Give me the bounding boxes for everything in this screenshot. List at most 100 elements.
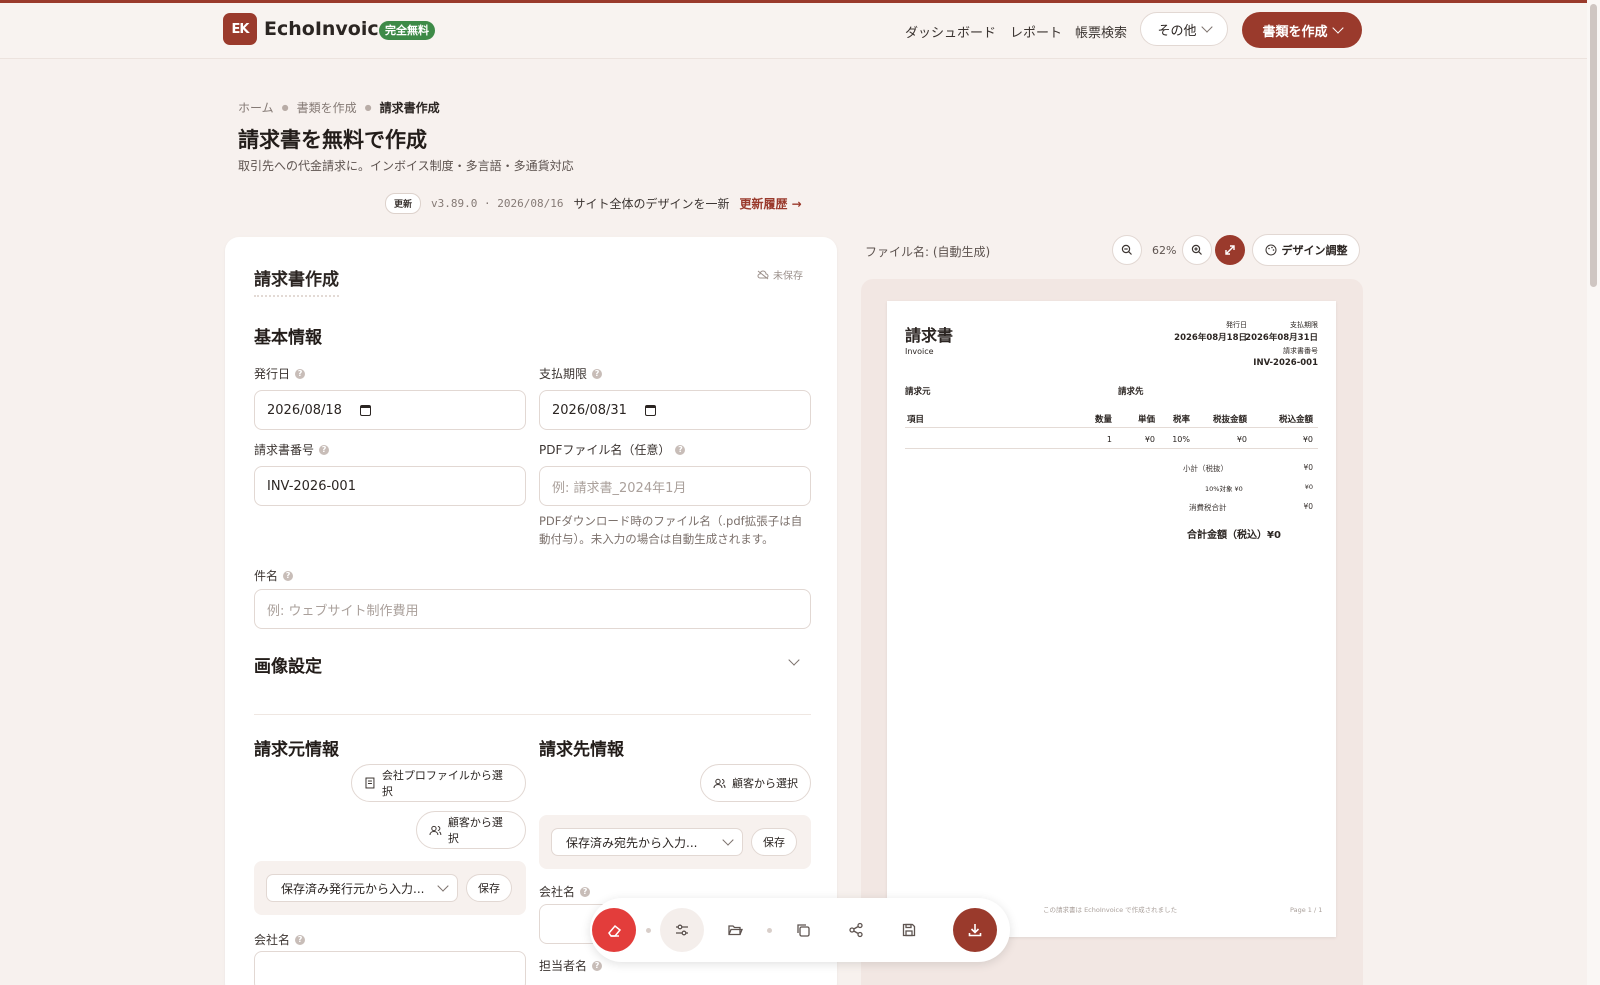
site-header: EK EchoInvoice 完全無料 ダッシュボード レポート 帳票検索 その…: [0, 3, 1600, 59]
recipient-info-heading: 請求先情報: [539, 740, 624, 760]
image-settings-heading[interactable]: 画像設定: [254, 652, 322, 677]
breadcrumb-home[interactable]: ホーム: [238, 99, 274, 116]
sliders-icon: [676, 924, 688, 936]
help-icon[interactable]: ?: [592, 368, 603, 379]
help-icon[interactable]: ?: [592, 960, 603, 971]
logo-icon[interactable]: EK: [223, 13, 257, 45]
due-date-label: 支払期限?: [539, 365, 603, 382]
subject-input[interactable]: 例: ウェブサイト制作費用: [254, 589, 811, 629]
changelog-link[interactable]: 更新履歴 →: [739, 195, 801, 212]
nav-reports[interactable]: レポート: [1010, 22, 1062, 41]
help-icon[interactable]: ?: [283, 570, 294, 581]
breadcrumb-separator: ●: [364, 103, 372, 112]
folder-open-icon: [728, 925, 743, 936]
download-pdf-button[interactable]: [953, 908, 997, 952]
palette-icon: [1265, 244, 1276, 256]
scrollbar-thumb[interactable]: [1590, 4, 1597, 287]
help-icon[interactable]: ?: [580, 886, 591, 897]
update-version: v3.89.0 · 2026/08/16: [431, 197, 564, 210]
issue-date-label-text: 発行日: [254, 367, 291, 381]
select-company-profile-label: 会社プロファイルから選択: [381, 769, 503, 798]
issue-date-label: 発行日?: [254, 365, 306, 382]
share-icon: [849, 922, 863, 938]
brand-name[interactable]: EchoInvoice: [264, 18, 392, 40]
sender-company-label: 会社名?: [254, 931, 306, 948]
recipient-company-label: 会社名?: [539, 883, 591, 900]
recipient-contact-label-text: 担当者名: [539, 959, 588, 973]
floating-toolbar: [590, 898, 1010, 962]
users-icon: [429, 825, 442, 835]
zoom-in-button[interactable]: [1182, 235, 1212, 265]
subject-label-text: 件名: [254, 569, 279, 583]
doc-tax10-label: 10%対象 ¥0: [1205, 485, 1243, 493]
building-icon: [365, 777, 375, 789]
calendar-icon[interactable]: [359, 404, 371, 416]
expand-icon: [1225, 245, 1235, 255]
doc-title: 請求書: [905, 326, 954, 345]
chevron-down-icon[interactable]: [788, 654, 800, 666]
invoice-form-card: 請求書作成 未保存 基本情報 発行日? 2026/08/18 支払期限? 202…: [225, 237, 837, 985]
doc-row-gross: ¥0: [1302, 435, 1313, 444]
copy-icon: [797, 924, 810, 937]
doc-footer-note: この請求書は EchoInvoice で作成されました: [1043, 906, 1178, 914]
save-sender-button[interactable]: 保存: [466, 874, 512, 902]
doc-row-net: ¥0: [1236, 435, 1247, 444]
doc-issue-value: 2026年08月18日: [1174, 333, 1247, 343]
saved-recipient-select[interactable]: 保存済み宛先から入力...: [551, 828, 743, 856]
nav-document-search[interactable]: 帳票検索: [1075, 22, 1127, 41]
doc-col-gross: 税込金額: [1278, 415, 1313, 425]
sender-company-label-text: 会社名: [254, 933, 291, 947]
sender-select-customer-label: 顧客から選択: [447, 816, 503, 845]
issue-date-input[interactable]: 2026/08/18: [254, 390, 526, 430]
duplicate-button[interactable]: [781, 908, 825, 952]
recipient-select-customer-button[interactable]: 顧客から選択: [700, 764, 811, 802]
zoom-out-button[interactable]: [1112, 235, 1142, 265]
share-button[interactable]: [834, 908, 878, 952]
pdf-filename-input[interactable]: 例: 請求書_2024年1月: [539, 466, 811, 506]
doc-col-qty: 数量: [1094, 415, 1112, 425]
title-underline: [254, 295, 339, 297]
settings-button[interactable]: [660, 908, 704, 952]
page-subtitle: 取引先への代金請求に。インボイス制度・多言語・多通貨対応: [238, 159, 574, 173]
invoice-number-input[interactable]: INV-2026-001: [254, 466, 526, 506]
help-icon[interactable]: ?: [295, 934, 306, 945]
sender-company-input[interactable]: [254, 951, 526, 985]
pdf-filename-label-text: PDFファイル名（任意）: [539, 443, 671, 457]
toolbar-separator: [767, 928, 772, 933]
download-icon: [968, 924, 982, 937]
clear-button[interactable]: [592, 908, 636, 952]
select-company-profile-button[interactable]: 会社プロファイルから選択: [351, 764, 526, 802]
sender-info-heading: 請求元情報: [254, 740, 339, 760]
breadcrumb-create[interactable]: 書類を作成: [297, 99, 357, 116]
help-icon[interactable]: ?: [319, 444, 330, 455]
save-recipient-button[interactable]: 保存: [751, 828, 797, 856]
eraser-icon: [608, 924, 622, 937]
saved-sender-box: 保存済み発行元から入力... 保存: [254, 861, 526, 915]
expand-button[interactable]: [1215, 235, 1245, 265]
save-button[interactable]: [887, 908, 931, 952]
design-adjust-button[interactable]: デザイン調整: [1252, 234, 1360, 266]
design-adjust-label: デザイン調整: [1281, 244, 1348, 257]
sender-select-customer-button[interactable]: 顧客から選択: [416, 811, 526, 849]
doc-row-qty: 1: [1106, 435, 1112, 444]
unsaved-label: 未保存: [773, 271, 803, 282]
create-document-button[interactable]: 書類を作成: [1242, 12, 1362, 48]
calendar-icon[interactable]: [644, 404, 656, 416]
saved-sender-select[interactable]: 保存済み発行元から入力...: [266, 874, 458, 902]
doc-table-rule: [905, 448, 1318, 449]
doc-col-item: 項目: [907, 415, 925, 425]
doc-row-price: ¥0: [1144, 435, 1155, 444]
help-icon[interactable]: ?: [295, 368, 306, 379]
open-button[interactable]: [713, 908, 757, 952]
nav-dashboard[interactable]: ダッシュボード: [905, 22, 996, 41]
toolbar-separator: [646, 928, 651, 933]
doc-col-price: 単価: [1137, 415, 1155, 425]
doc-subtotal-label: 小計（税抜）: [1183, 464, 1228, 473]
due-date-input[interactable]: 2026/08/31: [539, 390, 811, 430]
help-icon[interactable]: ?: [675, 444, 686, 455]
doc-number-label: 請求書番号: [1283, 347, 1318, 355]
breadcrumb-current: 請求書作成: [379, 101, 440, 115]
doc-subtotal-value: ¥0: [1303, 463, 1313, 472]
nav-other-dropdown[interactable]: その他: [1140, 12, 1228, 46]
saved-sender-value: 保存済み発行元から入力...: [281, 881, 425, 896]
